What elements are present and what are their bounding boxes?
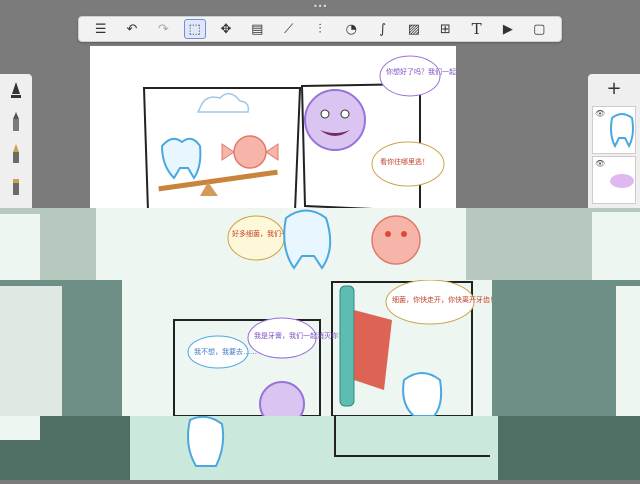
list-icon[interactable]: ☰ [90, 19, 112, 39]
move-icon[interactable]: ✥ [215, 19, 237, 39]
drawing-canvas[interactable]: 你想好了吗？我们一起来消灭你！ 看你往哪里逃！ [90, 46, 491, 216]
layers-panel-fragment [592, 212, 640, 282]
redo-icon[interactable]: ↷ [152, 19, 174, 39]
brush-panel [0, 74, 32, 214]
layer-thumbnail[interactable]: 👁 [592, 106, 636, 154]
top-handle[interactable]: ••• [313, 3, 327, 11]
add-layer-button[interactable]: + [588, 74, 640, 104]
eye-icon[interactable]: 👁 [595, 109, 605, 118]
brush-pencil-icon[interactable] [0, 106, 32, 138]
layers-panel-fragment [616, 286, 640, 416]
brush-panel-fragment [0, 416, 40, 440]
layers-panel: + 👁 👁 [588, 74, 640, 214]
symmetry-icon[interactable]: ⫶ [309, 19, 331, 39]
brush-selected-icon[interactable] [0, 74, 32, 106]
brush-marker-icon[interactable] [0, 170, 32, 202]
bubble-right: 细菌，你快走开，你快离开牙齿！ [392, 295, 492, 304]
bubble-bottom-mid: 我是牙膏，我们一起消灭你！ [254, 331, 345, 340]
image-icon[interactable]: ▨ [403, 19, 425, 39]
curve-icon[interactable]: ∫ [372, 19, 394, 39]
shape-icon[interactable]: ◔ [340, 19, 362, 39]
bubble-bottom-left: 我不想，我要去…… [194, 347, 257, 356]
grid-icon[interactable]: ⊞ [434, 19, 456, 39]
layer-icon[interactable]: ▤ [246, 19, 268, 39]
undo-icon[interactable]: ↶ [121, 19, 143, 39]
main-toolbar: ☰ ↶ ↷ ⬚ ✥ ▤ ⟋ ⫶ ◔ ∫ ▨ ⊞ T ▶ ▢ [78, 16, 562, 42]
fullscreen-icon[interactable]: ▢ [528, 19, 550, 39]
bubble-top-right: 你想好了吗？我们一起来消灭你！ [386, 67, 456, 76]
canvas-fragment: 好多细菌，我们一起刷牙吧 [96, 208, 466, 280]
eye-icon[interactable]: 👁 [595, 159, 605, 168]
bubble-mid: 看你往哪里逃！ [380, 157, 429, 166]
video-icon[interactable]: ▶ [497, 19, 519, 39]
ruler-icon[interactable]: ⟋ [278, 19, 300, 39]
canvas-fragment [130, 415, 498, 480]
brush-panel-fragment [0, 286, 62, 416]
text-icon[interactable]: T [466, 19, 488, 39]
canvas-fragment: 我不想，我要去…… 我是牙膏，我们一起消灭你！ 细菌，你快走开，你快离开牙齿！ [122, 279, 497, 427]
brush-panel-fragment [0, 214, 40, 280]
comic-artwork: 你想好了吗？我们一起来消灭你！ 看你往哪里逃！ [142, 55, 491, 213]
layer-thumbnail[interactable]: 👁 [592, 156, 636, 204]
selection-icon[interactable]: ⬚ [183, 19, 206, 39]
brush-pen-icon[interactable] [0, 138, 32, 170]
